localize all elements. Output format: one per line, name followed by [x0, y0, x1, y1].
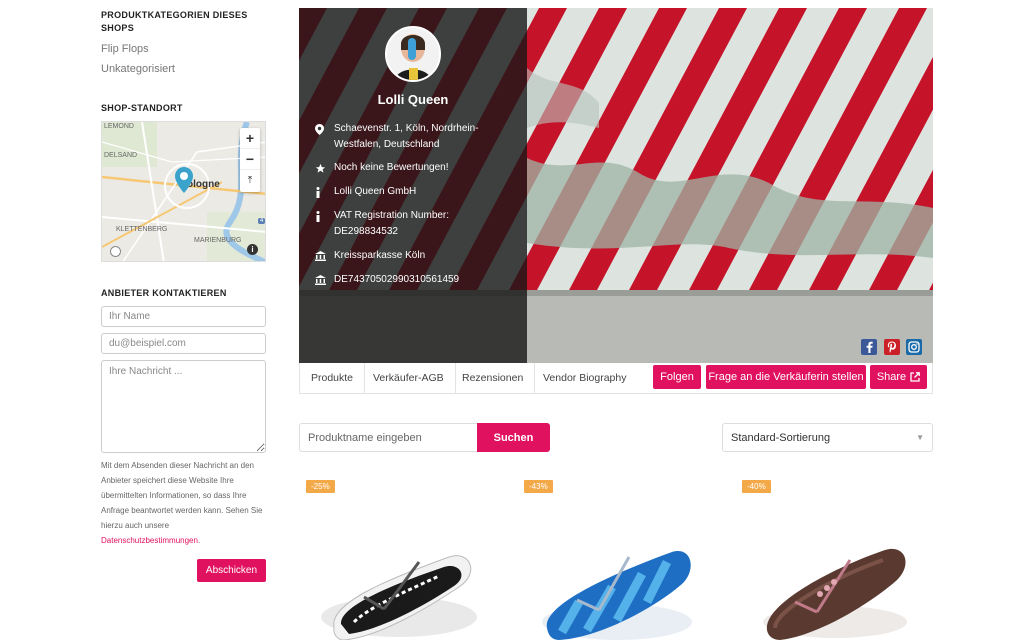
store-bank: Kreissparkasse Köln: [334, 250, 426, 261]
bank-icon: [315, 272, 334, 288]
map-label-delsand: DELSAND: [104, 152, 138, 159]
product-card[interactable]: -25%: [299, 470, 499, 640]
tab-vendor-biography[interactable]: Vendor Biography: [532, 363, 637, 393]
tab-rezensionen[interactable]: Rezensionen: [451, 363, 536, 393]
message-field[interactable]: [101, 360, 266, 453]
location-title: SHOP-STANDORT: [101, 103, 183, 113]
map-label-marienburg: MARIENBURG: [194, 237, 242, 244]
product-image-flipflop-black-white[interactable]: [299, 532, 499, 640]
store-avatar: [385, 26, 441, 82]
map-reset-north-button[interactable]: ⤒: [240, 170, 260, 191]
map-label-klettenberg: KLETTENBERG: [116, 226, 168, 233]
store-address: Schaevenstr. 1, Köln, Nordrhein-Westfale…: [334, 123, 479, 150]
store-banner: Lolli Queen Schaevenstr. 1, Köln, Nordrh…: [299, 8, 933, 363]
star-icon: [315, 160, 334, 176]
store-vat: VAT Registration Number: DE298834532: [334, 210, 450, 237]
send-button[interactable]: Abschicken: [197, 559, 266, 582]
avatar-image: [387, 28, 439, 80]
product-card[interactable]: -40%: [735, 470, 935, 640]
map-zoom-in-button[interactable]: +: [240, 128, 260, 149]
email-field[interactable]: [101, 333, 266, 354]
map-label-lemond: LEMOND: [104, 123, 134, 130]
search-button[interactable]: Suchen: [477, 423, 550, 452]
store-bank-row: Kreissparkasse Köln: [315, 248, 515, 264]
store-rating: Noch keine Bewertungen!: [334, 162, 449, 173]
facebook-icon[interactable]: [861, 339, 877, 355]
discount-badge: -40%: [742, 480, 771, 493]
store-vat-row: VAT Registration Number: DE298834532: [315, 208, 515, 240]
store-address-row: Schaevenstr. 1, Köln, Nordrhein-Westfale…: [315, 121, 515, 153]
pinterest-icon[interactable]: [884, 339, 900, 355]
share-button[interactable]: Share: [870, 365, 927, 389]
store-company-row: Lolli Queen GmbH: [315, 184, 515, 200]
privacy-notice-end: .: [197, 536, 201, 545]
name-field[interactable]: [101, 306, 266, 327]
category-flip-flops[interactable]: Flip Flops: [101, 43, 149, 55]
tab-verkaeufer-agb[interactable]: Verkäufer-AGB: [362, 363, 456, 393]
store-company: Lolli Queen GmbH: [334, 186, 417, 197]
sort-select[interactable]: Standard-Sortierung ▼: [722, 423, 933, 452]
map-info-icon[interactable]: i: [247, 244, 258, 255]
map-label-route-4: 4: [258, 218, 265, 224]
map-pin-icon[interactable]: [175, 167, 193, 193]
discount-badge: -43%: [524, 480, 553, 493]
product-image-flipflop-blue-stripes[interactable]: [517, 532, 717, 640]
store-iban: DE74370502990310561459: [334, 274, 460, 285]
map-zoom-out-button[interactable]: −: [240, 149, 260, 170]
discount-badge: -25%: [306, 480, 335, 493]
bank-icon: [315, 248, 334, 264]
instagram-icon[interactable]: [906, 339, 922, 355]
privacy-policy-link[interactable]: Datenschutzbestimmungen: [101, 536, 198, 545]
follow-button[interactable]: Folgen: [653, 365, 701, 389]
product-card[interactable]: -43%: [517, 470, 717, 640]
store-iban-row: DE74370502990310561459: [315, 272, 515, 288]
external-link-icon: [910, 372, 921, 382]
store-tabs: Produkte Verkäufer-AGB Rezensionen Vendo…: [299, 363, 933, 394]
store-profile-panel: Lolli Queen Schaevenstr. 1, Köln, Nordrh…: [299, 8, 527, 363]
info-icon: [315, 184, 334, 200]
product-search-input[interactable]: [299, 423, 478, 452]
store-rating-row: Noch keine Bewertungen!: [315, 160, 515, 176]
chevron-down-icon: ▼: [916, 433, 924, 442]
product-image-flipflop-brown[interactable]: [735, 532, 935, 640]
info-icon: [315, 208, 334, 240]
store-map[interactable]: LEMOND DELSAND ologne KLETTENBERG MARIEN…: [101, 121, 266, 262]
category-unkategorisiert[interactable]: Unkategorisiert: [101, 63, 175, 75]
contact-title: ANBIETER KONTAKTIEREN: [101, 288, 227, 298]
tab-produkte[interactable]: Produkte: [300, 363, 366, 393]
categories-title: PRODUKTKATEGORIEN DIESES SHOPS: [101, 10, 248, 33]
map-controls: + − ⤒: [240, 128, 260, 192]
map-marker-icon: [315, 121, 334, 153]
sort-selected-value: Standard-Sortierung: [731, 431, 831, 444]
store-name: Lolli Queen: [377, 92, 449, 107]
privacy-notice: Mit dem Absenden dieser Nachricht an den…: [101, 458, 267, 548]
privacy-notice-text: Mit dem Absenden dieser Nachricht an den…: [101, 461, 263, 530]
map-attribution-icon[interactable]: [110, 246, 121, 257]
ask-vendor-button[interactable]: Frage an die Verkäuferin stellen: [706, 365, 866, 389]
share-label: Share: [876, 371, 907, 383]
